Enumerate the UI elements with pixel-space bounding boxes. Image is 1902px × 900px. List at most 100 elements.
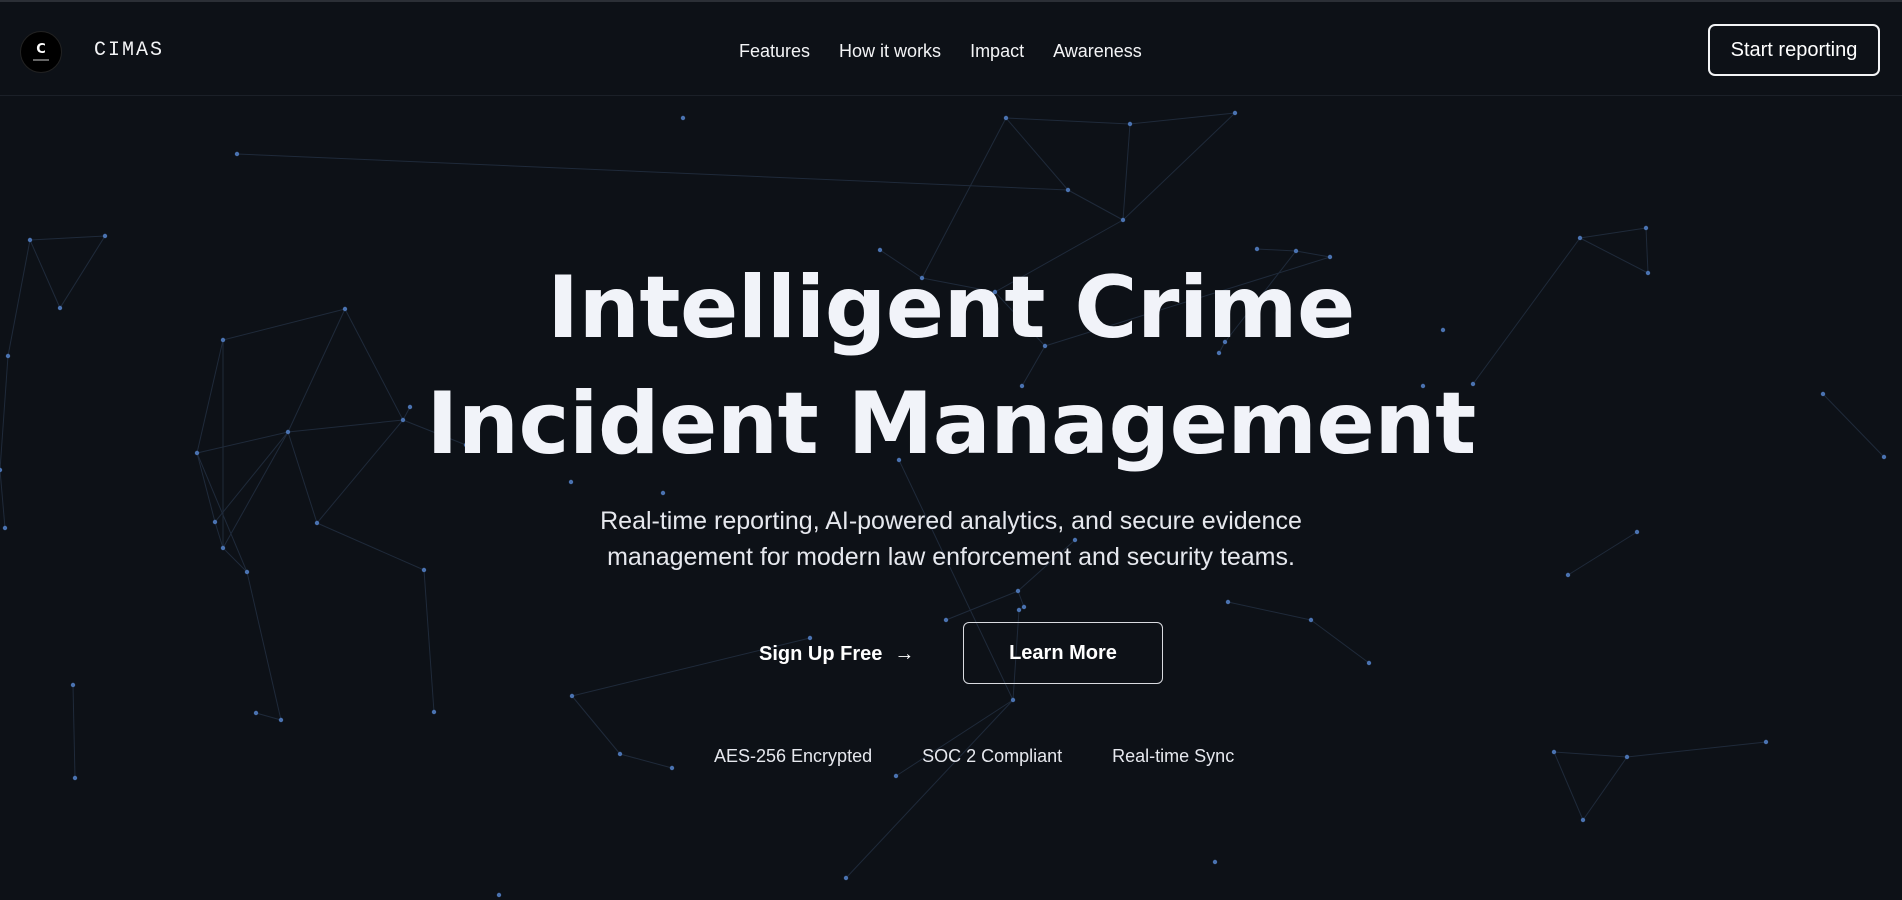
network-edge [845,699,1014,879]
network-edge [1295,250,1331,258]
network-edge [255,712,282,721]
network-node [278,717,284,723]
badge-soc2: SOC 2 Compliant [922,746,1063,766]
network-edge [921,117,1007,279]
network-node [220,545,226,551]
network-node [943,617,949,623]
network-node [1232,110,1238,116]
network-edge [1129,112,1236,125]
network-node [1127,121,1133,127]
network-edge [1582,756,1628,821]
network-node [680,115,686,121]
network-edge [945,590,1019,621]
network-node [1254,246,1260,252]
hero-subtitle-line1: Real-time reporting, AI-powered analytic… [600,507,1302,535]
nav-item-impact[interactable]: Impact [970,41,1024,62]
hero-headline-line2: Incident Management [426,374,1476,474]
network-node [569,693,575,699]
network-node [617,751,623,757]
network-node [660,490,666,496]
logo-letter: C [36,41,46,57]
network-edge [316,522,425,571]
cimas-logo[interactable]: C [20,31,62,73]
network-node [1763,739,1769,745]
network-edge [72,684,76,779]
network-edge [222,547,248,573]
network-node [314,520,320,526]
start-reporting-button[interactable]: Start reporting [1708,24,1880,76]
network-node [568,479,574,485]
network-node [102,233,108,239]
learn-more-button[interactable]: Learn More [963,622,1163,684]
network-edge [1005,117,1069,191]
network-node [1065,187,1071,193]
network-node [1643,225,1649,231]
network-node [72,775,78,781]
logo-underline [33,58,49,61]
top-navigation-bar: C CIMAS Features How it works Impact Awa… [0,0,1902,96]
network-edge [619,753,673,769]
network-node [70,682,76,688]
network-node [234,151,240,157]
network-node [1225,599,1231,605]
network-edge [1553,751,1584,821]
network-edge [1256,248,1297,252]
brand-name[interactable]: CIMAS [94,39,164,62]
network-node [1366,660,1372,666]
network-node [1010,697,1016,703]
network-node [1624,754,1630,760]
network-node [1565,572,1571,578]
badge-realtime-sync: Real-time Sync [1112,746,1235,766]
network-node [1551,749,1557,755]
network-node [1212,859,1218,865]
network-node [893,773,899,779]
network-edge [1005,117,1131,125]
network-node [431,709,437,715]
nav-item-awareness[interactable]: Awareness [1053,41,1142,62]
sign-up-free-label: Sign Up Free [759,642,883,665]
network-node [1021,604,1027,610]
network-node [27,237,33,243]
network-edge [1227,601,1312,621]
network-edge [1553,751,1628,758]
network-edge [246,571,282,721]
network-node [244,569,250,575]
nav-item-features[interactable]: Features [739,41,810,62]
network-node [1634,529,1640,535]
network-node [1293,248,1299,254]
network-edge [0,469,6,529]
nav-item-how-it-works[interactable]: How it works [839,41,941,62]
network-edge [29,235,106,241]
network-node [1016,607,1022,613]
network-node [2,525,8,531]
network-node [212,519,218,525]
network-edge [1310,619,1370,664]
network-node [1003,115,1009,121]
network-node [1120,217,1126,223]
main-nav: Features How it works Impact Awareness [739,41,1171,62]
hero-subtitle: Real-time reporting, AI-powered analytic… [551,503,1351,575]
network-node [1015,588,1021,594]
network-edge [1122,123,1131,221]
trust-badges: AES-256 Encrypted SOC 2 Compliant Real-t… [714,746,1234,767]
network-edge [1017,590,1025,608]
hero-headline-line1: Intelligent Crime [547,258,1355,358]
network-node [421,567,427,573]
network-node [1577,235,1583,241]
network-edge [214,521,224,549]
network-node [669,765,675,771]
sign-up-free-button[interactable]: Sign Up Free → [759,627,914,681]
network-node [877,247,883,253]
network-node [843,875,849,881]
network-edge [1579,227,1647,239]
badge-aes-256: AES-256 Encrypted [714,746,873,766]
network-edge [1067,189,1124,221]
network-edge [1567,531,1638,576]
network-node [253,710,259,716]
network-node [1308,617,1314,623]
network-node [1580,817,1586,823]
network-edge [571,695,621,755]
network-edge [1122,112,1236,221]
network-edge [1626,741,1767,758]
arrow-right-icon: → [894,642,915,665]
